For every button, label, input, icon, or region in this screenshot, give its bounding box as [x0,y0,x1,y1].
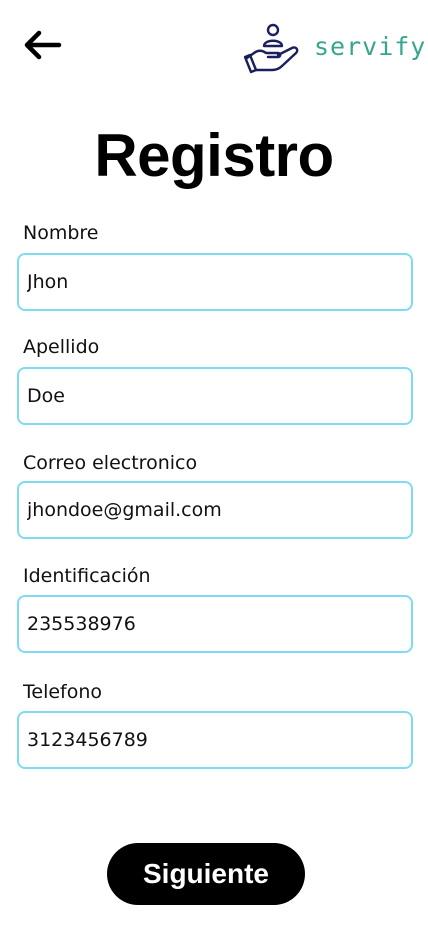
first-name-input[interactable] [17,253,413,311]
next-button[interactable]: Siguiente [107,843,305,905]
hand-person-icon [244,23,299,74]
servify-logo: servify [244,22,425,76]
phone-label: Telefono [23,681,103,703]
logo-text: servify [314,32,427,61]
last-name-input[interactable] [17,367,413,425]
arrow-left-icon [24,30,62,60]
back-button[interactable] [22,28,62,62]
phone-input[interactable] [17,711,413,769]
id-number-input[interactable] [17,595,413,653]
page-title: Registro [94,122,334,189]
id-number-label: Identificación [23,565,151,587]
email-label: Correo electronico [23,452,198,474]
email-input[interactable] [17,481,413,539]
first-name-label: Nombre [23,222,99,244]
last-name-label: Apellido [23,336,100,358]
